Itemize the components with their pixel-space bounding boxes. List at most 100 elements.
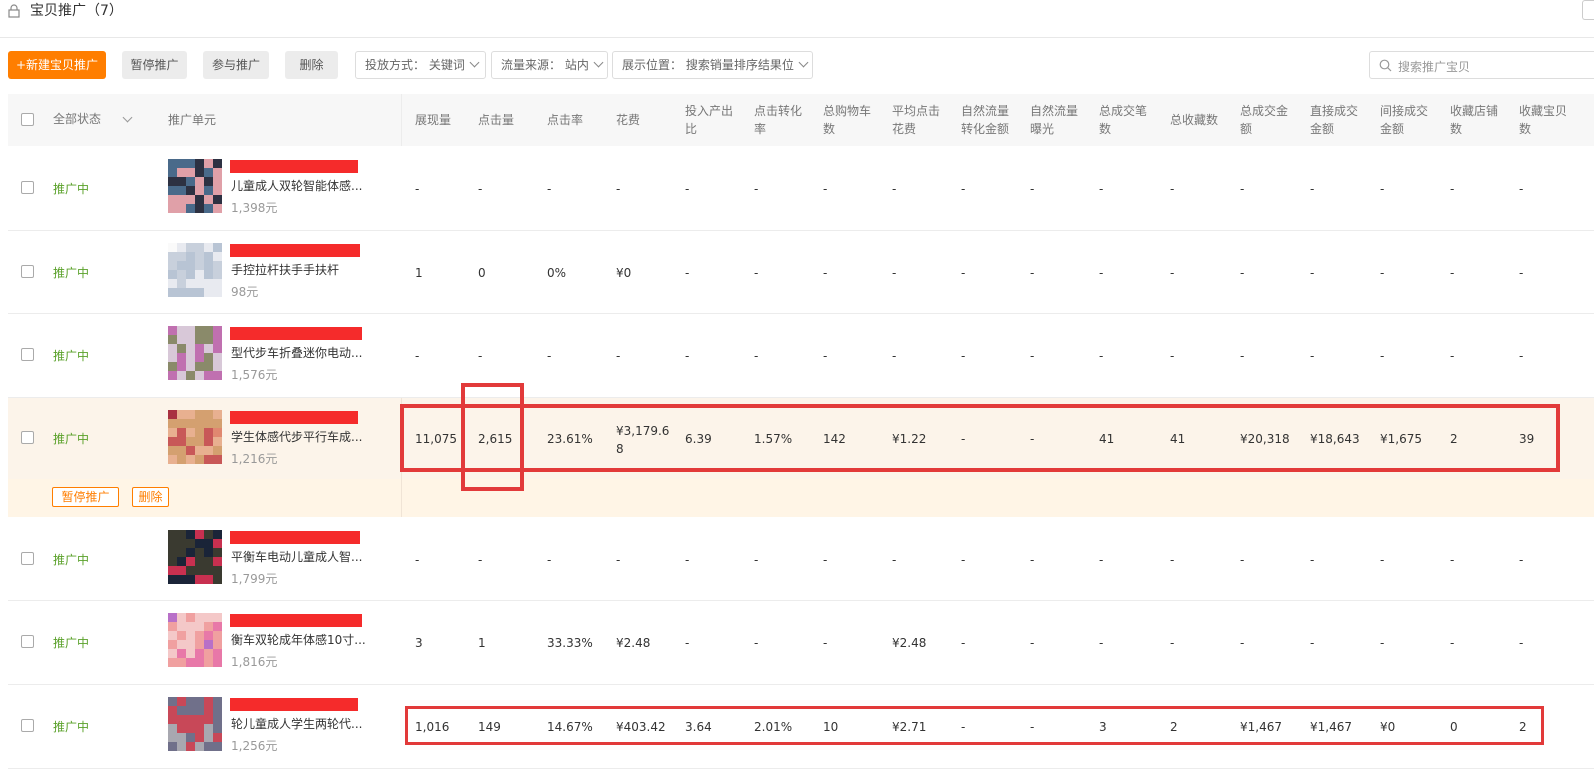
status-filter-header[interactable]: 全部状态 (53, 110, 101, 128)
row-delete-button[interactable]: 删除 (132, 487, 169, 507)
table-cell: - (1030, 182, 1035, 196)
product-name-link[interactable]: 平衡车电动儿童成人智... (231, 548, 362, 565)
row-checkbox[interactable] (21, 635, 34, 648)
settings-icon[interactable] (1582, 0, 1594, 20)
delete-button[interactable]: 删除 (285, 51, 338, 79)
column-header[interactable]: 额 (1240, 120, 1252, 138)
column-header[interactable]: 金额 (1310, 120, 1334, 138)
display-position-value: 展示位置： 搜索销量排序结果位 (622, 58, 794, 72)
table-cell: - (1240, 636, 1245, 650)
product-name-link[interactable]: 儿童成人双轮智能体感... (231, 177, 362, 194)
column-header[interactable]: 转化金额 (961, 120, 1009, 138)
column-header[interactable]: 数 (1450, 120, 1462, 138)
pause-button[interactable]: 暂停推广 (122, 51, 187, 79)
column-header[interactable]: 直接成交 (1310, 102, 1358, 120)
table-cell: - (616, 182, 621, 196)
column-header[interactable]: 总购物车 (823, 102, 871, 120)
column-header[interactable]: 数 (1519, 120, 1531, 138)
column-header[interactable]: 平均点击 (892, 102, 940, 120)
column-header[interactable]: 花费 (892, 120, 916, 138)
column-header[interactable]: 总成交金 (1240, 102, 1288, 120)
product-thumbnail[interactable] (168, 613, 222, 667)
column-header[interactable]: 自然流量 (961, 102, 1009, 120)
column-header[interactable]: 点击率 (547, 111, 583, 129)
table-cell: 0 (478, 265, 486, 280)
table-cell: - (685, 265, 690, 280)
product-thumbnail[interactable] (168, 326, 222, 380)
column-header[interactable]: 投入产出 (685, 102, 733, 120)
table-cell: - (1099, 636, 1104, 650)
product-thumbnail[interactable] (168, 697, 222, 751)
new-promotion-button[interactable]: +新建宝贝推广 (8, 51, 106, 79)
row-checkbox[interactable] (21, 181, 34, 194)
row-checkbox[interactable] (21, 719, 34, 732)
table-cell: - (1170, 265, 1175, 280)
column-header[interactable]: 点击转化 (754, 102, 802, 120)
table-cell: - (961, 552, 966, 567)
product-name-link[interactable]: 型代步车折叠迷你电动... (231, 344, 362, 361)
product-name-link[interactable]: 手控拉杆扶手手扶杆 (231, 261, 339, 278)
product-price: 1,576元 (231, 368, 278, 382)
product-thumbnail[interactable] (168, 410, 222, 464)
column-header[interactable]: 率 (754, 120, 766, 138)
select-all-checkbox[interactable] (21, 113, 34, 126)
column-header[interactable]: 数 (823, 120, 835, 138)
product-name-link[interactable]: 轮儿童成人学生两轮代... (231, 715, 362, 732)
column-header[interactable]: 金额 (1380, 120, 1404, 138)
product-thumbnail[interactable] (168, 159, 222, 213)
table-cell: - (1380, 265, 1385, 280)
row-checkbox[interactable] (21, 431, 34, 444)
table-cell: 0% (547, 265, 567, 280)
join-button[interactable]: 参与推广 (203, 51, 269, 79)
product-thumbnail[interactable] (168, 243, 222, 297)
column-header[interactable]: 间接成交 (1380, 102, 1428, 120)
table-cell: - (1450, 265, 1455, 280)
row-checkbox[interactable] (21, 551, 34, 565)
row-checkbox[interactable] (21, 348, 34, 361)
table-cell: - (754, 552, 759, 567)
table-cell: - (1099, 349, 1104, 363)
column-header[interactable]: 比 (685, 120, 697, 138)
display-position-select[interactable]: 展示位置： 搜索销量排序结果位 (612, 51, 813, 79)
column-header[interactable]: 花费 (616, 111, 640, 129)
column-header[interactable]: 自然流量 (1030, 102, 1078, 120)
column-header[interactable]: 收藏宝贝 (1519, 102, 1567, 120)
table-cell: - (685, 182, 690, 196)
column-header[interactable]: 数 (1099, 120, 1111, 138)
search-placeholder: 搜索推广宝贝 (1398, 60, 1471, 74)
traffic-source-select[interactable]: 流量来源： 站内 (491, 51, 608, 79)
column-header[interactable]: 总收藏数 (1170, 111, 1218, 129)
column-header[interactable]: 展现量 (415, 111, 451, 129)
traffic-source-value: 流量来源： 站内 (501, 58, 589, 72)
product-name-link[interactable]: 衡车双轮成年体感10寸... (231, 631, 366, 648)
table-cell: - (415, 552, 420, 567)
status-label: 推广中 (53, 432, 90, 446)
table-cell: - (1380, 552, 1385, 567)
table-cell: - (1030, 265, 1035, 280)
column-header[interactable]: 曝光 (1030, 120, 1054, 138)
product-name-link[interactable]: 学生体感代步平行车成... (231, 428, 362, 445)
table-cell: - (1450, 349, 1455, 363)
table-cell: - (892, 552, 897, 567)
column-header[interactable]: 总成交笔 (1099, 102, 1147, 120)
redaction-bar (230, 327, 362, 340)
product-thumbnail[interactable] (168, 530, 222, 584)
table-cell: ¥2.48 (616, 636, 651, 650)
bid-type-select[interactable]: 投放方式： 关键词 (355, 51, 486, 79)
table-cell: - (1450, 182, 1455, 196)
column-header[interactable]: 点击量 (478, 111, 514, 129)
row-pause-button[interactable]: 暂停推广 (52, 487, 119, 507)
table-cell: - (892, 349, 897, 363)
table-cell: - (1240, 182, 1245, 196)
column-header[interactable]: 收藏店铺 (1450, 102, 1498, 120)
row-checkbox[interactable] (21, 264, 34, 278)
table-cell: - (415, 349, 420, 363)
search-input[interactable]: 搜索推广宝贝 (1369, 51, 1594, 79)
table-cell: - (547, 552, 552, 567)
table-cell: - (823, 349, 828, 363)
table-cell: - (892, 182, 897, 196)
search-icon (1379, 59, 1392, 72)
product-price: 1,799元 (231, 572, 278, 586)
row-divider (8, 684, 1594, 685)
table-cell: - (1310, 552, 1315, 567)
